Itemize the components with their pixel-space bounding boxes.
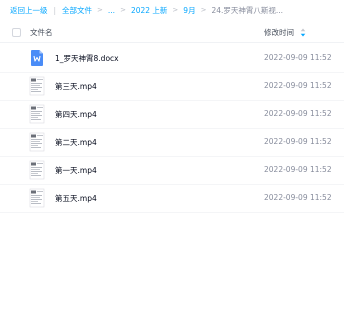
file-name[interactable]: 第五天.mp4 [55,193,97,204]
word-doc-icon [31,50,43,66]
file-name[interactable]: 1_罗天神霄8.docx [55,53,119,64]
breadcrumb-all-files[interactable]: 全部文件 [62,5,92,16]
file-row[interactable]: 第五天.mp4 2022-09-09 11:52 [0,185,344,213]
file-modified-time: 2022-09-09 11:52 [264,53,332,62]
breadcrumb-divider: | [53,5,57,15]
breadcrumb: 返回上一级 | 全部文件 > ... > 2022 上新 > 9月 > 24.罗… [10,4,283,16]
chevron-right-icon: > [200,6,207,14]
chevron-right-icon: > [120,6,126,14]
file-row[interactable]: 第一天.mp4 2022-09-09 11:52 [0,157,344,185]
file-modified-time: 2022-09-09 11:52 [264,109,332,118]
file-row[interactable]: 第四天.mp4 2022-09-09 11:52 [0,101,344,129]
column-filename[interactable]: 文件名 [30,27,53,38]
file-name[interactable]: 第四天.mp4 [55,109,97,120]
video-thumbnail-icon [29,104,45,124]
breadcrumb-september[interactable]: 9月 [183,5,195,16]
chevron-right-icon: > [172,6,179,14]
sort-icon[interactable] [300,28,306,37]
select-all-checkbox[interactable] [12,28,21,37]
breadcrumb-ellipsis[interactable]: ... [108,6,115,15]
back-link[interactable]: 返回上一级 [10,5,48,16]
file-name[interactable]: 第二天.mp4 [55,137,97,148]
file-name[interactable]: 第一天.mp4 [55,165,97,176]
column-modified-time-label: 修改时间 [264,28,294,37]
video-thumbnail-icon [29,160,45,180]
file-modified-time: 2022-09-09 11:52 [264,165,332,174]
file-modified-time: 2022-09-09 11:52 [264,81,332,90]
video-thumbnail-icon [29,188,45,208]
column-modified-time[interactable]: 修改时间 [264,27,306,38]
file-list-header: 文件名 修改时间 [0,22,344,43]
file-row[interactable]: 1_罗天神霄8.docx 2022-09-09 11:52 [0,45,344,73]
breadcrumb-current-folder: 24.罗天神霄八斯视... [211,5,284,15]
file-modified-time: 2022-09-09 11:52 [264,193,332,202]
file-modified-time: 2022-09-09 11:52 [264,137,332,146]
file-name[interactable]: 第三天.mp4 [55,81,97,92]
video-thumbnail-icon [29,76,45,96]
file-row[interactable]: 第二天.mp4 2022-09-09 11:52 [0,129,344,157]
chevron-right-icon: > [97,6,103,14]
video-thumbnail-icon [29,132,45,152]
file-row[interactable]: 第三天.mp4 2022-09-09 11:52 [0,73,344,101]
breadcrumb-2022[interactable]: 2022 上新 [131,5,167,16]
